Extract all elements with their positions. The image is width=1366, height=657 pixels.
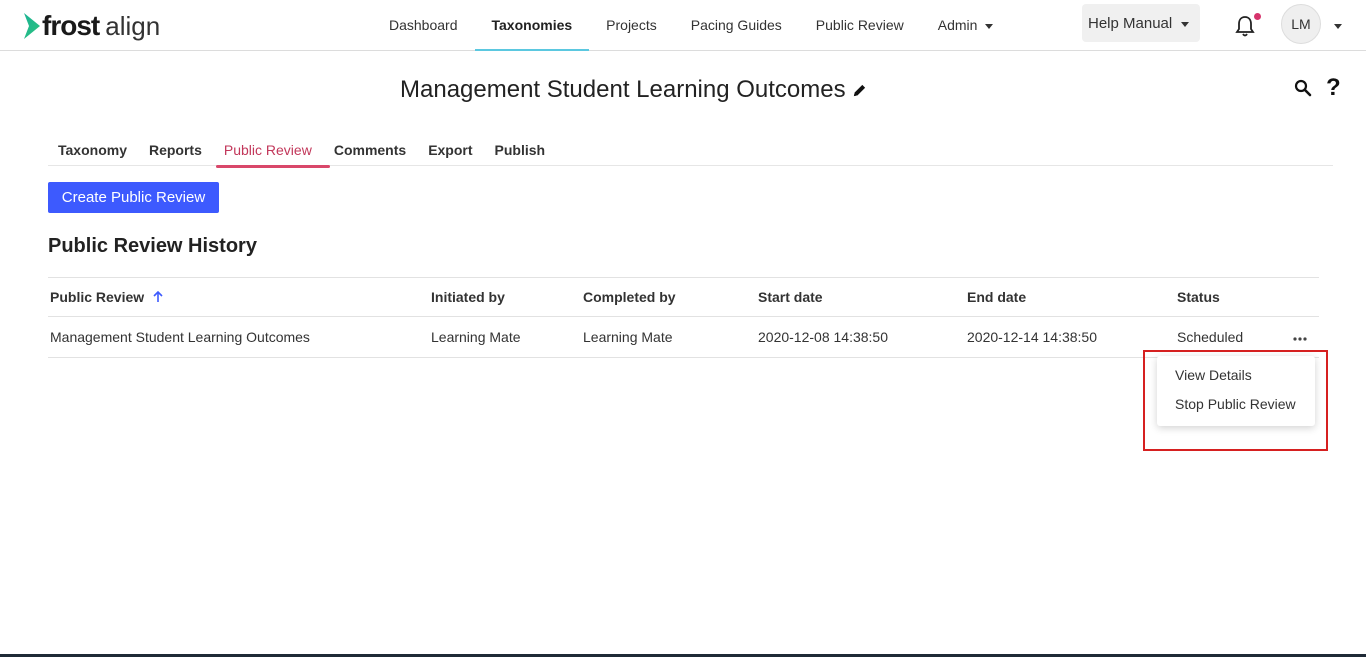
nav-taxonomies[interactable]: Taxonomies <box>474 0 590 51</box>
table-header: Public Review Initiated by Completed by … <box>48 277 1319 317</box>
top-navbar: frost align Dashboard Taxonomies Project… <box>0 0 1366 51</box>
main-nav: Dashboard Taxonomies Projects Pacing Gui… <box>372 0 1011 51</box>
highlight-annotation-box <box>1143 350 1328 451</box>
nav-public-review[interactable]: Public Review <box>799 0 921 50</box>
create-public-review-button[interactable]: Create Public Review <box>48 182 219 213</box>
notification-dot <box>1254 13 1261 20</box>
page-title: Management Student Learning Outcomes <box>400 76 846 103</box>
tab-export[interactable]: Export <box>418 134 482 166</box>
cell-initiated-by: Learning Mate <box>431 329 521 345</box>
chevron-down-icon <box>985 23 994 29</box>
tab-reports[interactable]: Reports <box>139 134 212 166</box>
sort-ascending-arrow-icon[interactable] <box>152 291 164 303</box>
chevron-down-icon <box>1181 21 1190 27</box>
help-manual-dropdown[interactable]: Help Manual <box>1082 4 1200 42</box>
cell-end-date: 2020-12-14 14:38:50 <box>967 329 1097 345</box>
column-header-start-date[interactable]: Start date <box>758 278 823 316</box>
cell-start-date: 2020-12-08 14:38:50 <box>758 329 888 345</box>
column-header-public-review[interactable]: Public Review <box>50 278 164 316</box>
column-header-completed-by[interactable]: Completed by <box>583 278 676 316</box>
table-row: Management Student Learning Outcomes Lea… <box>48 317 1319 358</box>
logo-chevron-icon <box>24 13 40 39</box>
nav-admin-label: Admin <box>937 17 978 33</box>
notification-bell-icon[interactable] <box>1235 14 1255 38</box>
tab-comments[interactable]: Comments <box>324 134 416 166</box>
taxonomy-tabs: Taxonomy Reports Public Review Comments … <box>48 134 1333 168</box>
avatar-initials: LM <box>1291 16 1311 32</box>
logo-text-frost: frost <box>42 10 100 41</box>
column-header-end-date[interactable]: End date <box>967 278 1026 316</box>
pencil-edit-icon[interactable] <box>852 83 867 98</box>
tab-public-review[interactable]: Public Review <box>214 134 330 168</box>
more-options-icon[interactable] <box>1292 331 1308 343</box>
cell-public-review: Management Student Learning Outcomes <box>50 329 310 345</box>
nav-pacing-guides[interactable]: Pacing Guides <box>674 0 799 50</box>
tab-taxonomy[interactable]: Taxonomy <box>48 134 137 166</box>
column-header-initiated-by[interactable]: Initiated by <box>431 278 505 316</box>
help-manual-label: Help Manual <box>1088 14 1173 32</box>
search-icon[interactable] <box>1294 79 1312 97</box>
help-icon[interactable]: ? <box>1326 74 1341 102</box>
public-review-history-table: Public Review Initiated by Completed by … <box>48 277 1319 358</box>
frost-align-logo[interactable]: frost align <box>22 10 160 42</box>
nav-projects[interactable]: Projects <box>589 0 674 50</box>
section-title: Public Review History <box>48 235 257 257</box>
avatar[interactable]: LM <box>1281 4 1321 44</box>
column-header-status[interactable]: Status <box>1177 278 1220 316</box>
column-header-label: Public Review <box>50 289 145 305</box>
nav-dashboard[interactable]: Dashboard <box>372 0 475 50</box>
nav-admin[interactable]: Admin <box>921 0 1011 50</box>
chevron-down-icon[interactable] <box>1334 24 1342 29</box>
logo-text-align: align <box>105 10 161 41</box>
tab-publish[interactable]: Publish <box>485 134 556 166</box>
cell-completed-by: Learning Mate <box>583 329 673 345</box>
